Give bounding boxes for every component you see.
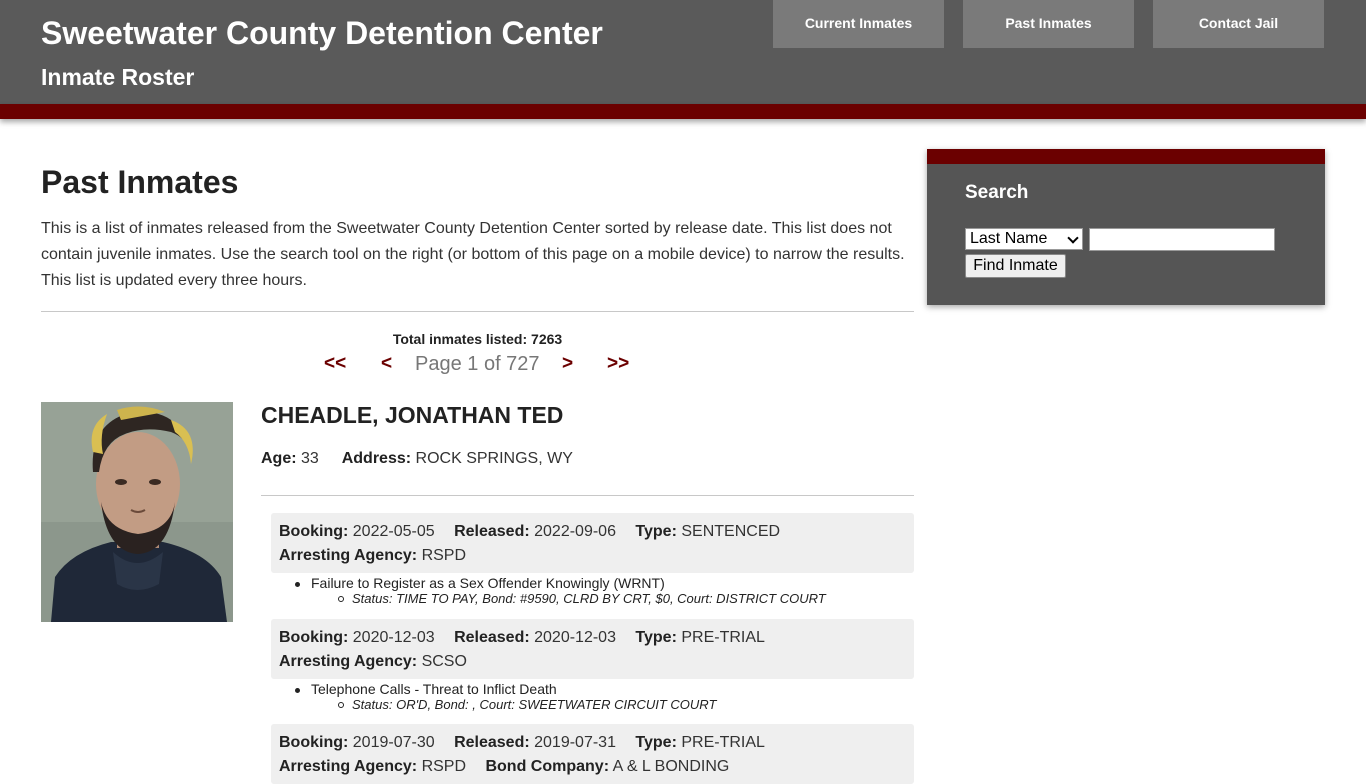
site-header: Sweetwater County Detention Center Inmat… [0, 0, 1366, 104]
booking-date: 2022-05-05 [352, 523, 435, 540]
page-title: Past Inmates [41, 164, 239, 200]
booking-date: 2020-12-03 [352, 629, 435, 646]
charge-status: Status: OR'D, Bond: , Court: SWEETWATER … [337, 697, 717, 712]
nav-past-inmates-button[interactable]: Past Inmates [963, 0, 1134, 48]
booking-type: PRE-TRIAL [681, 629, 765, 646]
charge-item: Telephone Calls - Threat to Inflict Deat… [294, 681, 716, 697]
type-label: Type: [635, 523, 677, 540]
chevron-down-icon [1067, 232, 1079, 244]
charge-item: Failure to Register as a Sex Offender Kn… [295, 575, 826, 591]
booking-record: Booking: 2019-07-30 Released: 2019-07-31… [271, 724, 914, 784]
released-label: Released: [454, 734, 530, 751]
pagination: << < Page 1 of 727 > >> [0, 353, 1366, 379]
charge-list: Failure to Register as a Sex Offender Kn… [295, 575, 826, 606]
total-count: 7263 [531, 331, 563, 347]
type-label: Type: [635, 629, 677, 646]
booking-type: PRE-TRIAL [681, 734, 765, 751]
agency-label: Arresting Agency: [279, 758, 418, 775]
released-label: Released: [454, 523, 530, 540]
intro-text: This is a list of inmates released from … [41, 220, 905, 289]
total-inmates: Total inmates listed: 7263 [41, 331, 914, 347]
type-label: Type: [635, 734, 677, 751]
booking-label: Booking: [279, 734, 349, 751]
age-label: Age: [261, 450, 297, 467]
divider [261, 495, 914, 496]
nav-contact-jail-button[interactable]: Contact Jail [1153, 0, 1324, 48]
search-title: Search [965, 182, 1029, 203]
site-title[interactable]: Sweetwater County Detention Center [41, 15, 603, 52]
booking-type: SENTENCED [681, 523, 781, 540]
nav-current-inmates-button[interactable]: Current Inmates [773, 0, 944, 48]
divider [41, 311, 914, 312]
site-subtitle: Inmate Roster [41, 64, 195, 90]
charge-list: Telephone Calls - Threat to Inflict Deat… [294, 681, 717, 712]
age-value: 33 [301, 450, 319, 467]
search-field-value: Last Name [970, 230, 1048, 247]
agency-label: Arresting Agency: [279, 653, 418, 670]
total-label: Total inmates listed: [392, 331, 528, 347]
next-page-link[interactable]: > [562, 353, 573, 375]
search-input[interactable] [1089, 228, 1275, 251]
released-date: 2020-12-03 [534, 629, 616, 646]
search-field-select[interactable]: Last Name [965, 228, 1083, 250]
address-label: Address: [341, 450, 412, 467]
arresting-agency: SCSO [421, 653, 467, 670]
booking-label: Booking: [279, 629, 349, 646]
find-inmate-button[interactable]: Find Inmate [965, 254, 1066, 278]
first-page-link[interactable]: << [324, 353, 346, 375]
bond-company-label: Bond Company: [485, 758, 610, 775]
booking-record: Booking: 2022-05-05 Released: 2022-09-06… [271, 513, 914, 573]
inmate-details: Age: 33 Address: ROCK SPRINGS, WY [261, 450, 573, 468]
booking-date: 2019-07-30 [352, 734, 435, 751]
charge-status: Status: TIME TO PAY, Bond: #9590, CLRD B… [338, 591, 826, 606]
released-date: 2019-07-31 [534, 734, 616, 751]
agency-label: Arresting Agency: [279, 547, 418, 564]
inmate-photo [41, 402, 233, 622]
page-indicator: Page 1 of 727 [415, 353, 540, 375]
booking-label: Booking: [279, 523, 349, 540]
main-nav: Current Inmates Past Inmates Contact Jai… [773, 0, 1324, 48]
released-date: 2022-09-06 [534, 523, 616, 540]
header-accent-bar [0, 104, 1366, 119]
bond-company: A & L BONDING [612, 758, 730, 775]
search-panel: Search Last Name Find Inmate [927, 149, 1325, 305]
search-panel-accent [927, 149, 1325, 164]
last-page-link[interactable]: >> [607, 353, 629, 375]
arresting-agency: RSPD [421, 758, 467, 775]
inmate-name: CHEADLE, JONATHAN TED [261, 402, 564, 428]
prev-page-link[interactable]: < [381, 353, 392, 375]
address-value: ROCK SPRINGS, WY [415, 450, 573, 467]
arresting-agency: RSPD [421, 547, 467, 564]
booking-record: Booking: 2020-12-03 Released: 2020-12-03… [271, 619, 914, 679]
released-label: Released: [454, 629, 530, 646]
